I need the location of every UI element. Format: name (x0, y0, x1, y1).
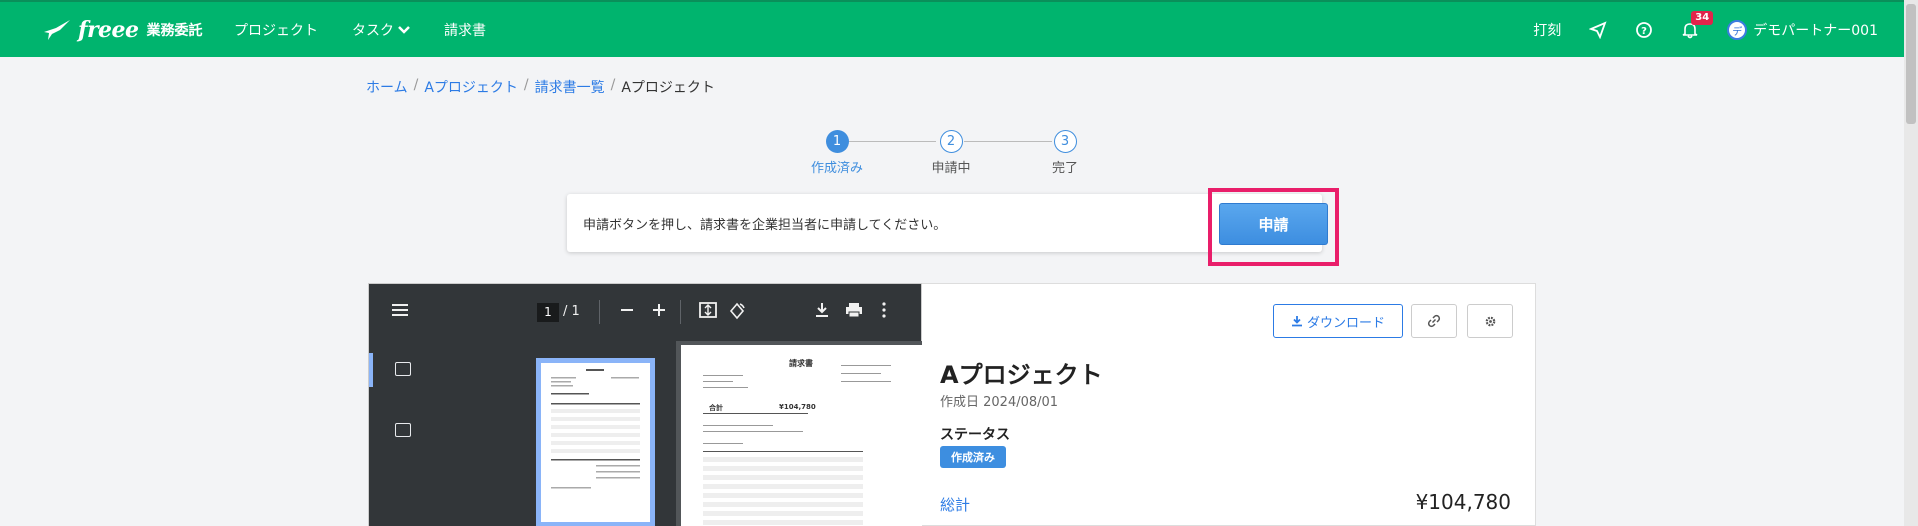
chevron-down-icon (398, 26, 410, 34)
total-value: ¥104,780 (1415, 490, 1511, 514)
pdf-toolbar: 1 / 1 (369, 284, 921, 341)
clock-in-link[interactable]: 打刻 (1533, 20, 1561, 40)
toolbar-divider (680, 300, 681, 324)
doc-total-label: 合計 (709, 404, 723, 412)
breadcrumb-separator: / (523, 77, 529, 93)
thumbnail-view-icon[interactable] (395, 362, 411, 376)
main-nav: プロジェクト タスク 請求書 (234, 20, 520, 40)
step-number: 2 (939, 130, 963, 153)
download-button[interactable]: ダウンロード (1273, 304, 1403, 338)
breadcrumb-separator: / (610, 77, 616, 93)
breadcrumb-current: Aプロジェクト (621, 80, 715, 96)
pdf-sidebar (369, 341, 429, 526)
bird-logo-icon (44, 20, 70, 40)
notification-bell-icon[interactable]: 34 (1681, 11, 1714, 39)
copy-link-button[interactable] (1411, 304, 1457, 338)
top-navbar: freee 業務委託 プロジェクト タスク 請求書 打刻 ? 34 デ デモパー… (0, 0, 1904, 57)
page-number-input[interactable]: 1 (537, 303, 559, 322)
outline-view-icon[interactable] (395, 423, 411, 437)
step-requesting: 2 申請中 (916, 130, 986, 176)
page-title: Aプロジェクト (940, 361, 1103, 389)
user-name: デモパートナー001 (1753, 23, 1878, 39)
logo-text: freee (78, 17, 139, 43)
progress-steps: 1 作成済み 2 申請中 3 完了 (800, 130, 1100, 180)
more-options-icon[interactable] (881, 302, 887, 318)
doc-title: 請求書 (789, 359, 813, 368)
avatar: デ (1727, 20, 1748, 40)
download-label: ダウンロード (1306, 315, 1385, 331)
breadcrumb-project[interactable]: Aプロジェクト (424, 77, 518, 97)
rotate-icon[interactable] (728, 302, 746, 320)
help-icon[interactable]: ? (1635, 21, 1653, 39)
doc-total-value: ¥104,780 (779, 403, 816, 411)
gear-icon (1485, 316, 1495, 326)
step-created: 1 作成済み (802, 130, 872, 176)
step-label: 完了 (1051, 161, 1078, 176)
nav-tasks[interactable]: タスク (352, 20, 410, 40)
apply-button[interactable]: 申請 (1219, 203, 1328, 245)
menu-icon[interactable] (391, 302, 409, 318)
download-icon[interactable] (814, 302, 830, 318)
download-icon (1291, 316, 1302, 327)
nav-projects[interactable]: プロジェクト (234, 20, 318, 40)
pdf-viewer: 1 / 1 請求書 合計 ¥104,780 (368, 283, 923, 526)
nav-projects-label: プロジェクト (234, 23, 318, 39)
zoom-out-icon[interactable] (620, 302, 634, 318)
invoice-info-panel: ダウンロード Aプロジェクト 作成日 2024/08/01 ステータス 作成済み… (922, 283, 1536, 526)
step-number: 1 (825, 130, 849, 153)
total-label: 総計 (940, 496, 971, 514)
status-badge: 作成済み (940, 446, 1006, 468)
breadcrumb-separator: / (413, 77, 419, 93)
nav-tasks-label: タスク (352, 23, 394, 39)
step-label: 申請中 (931, 161, 971, 176)
breadcrumb-home[interactable]: ホーム (366, 77, 408, 97)
freee-logo[interactable]: freee 業務委託 (42, 16, 203, 44)
step-complete: 3 完了 (1030, 130, 1100, 176)
sidebar-selection-indicator (369, 353, 373, 387)
fit-page-icon[interactable] (699, 302, 717, 318)
step-label: 作成済み (810, 161, 863, 176)
nav-invoices-label: 請求書 (444, 23, 486, 39)
breadcrumb: ホーム / Aプロジェクト / 請求書一覧 / Aプロジェクト (366, 77, 715, 97)
notice-text: 申請ボタンを押し、請求書を企業担当者に申請してください。 (583, 218, 947, 233)
print-icon[interactable] (845, 302, 863, 318)
logo-subtitle: 業務委託 (146, 23, 203, 39)
send-icon[interactable] (1589, 21, 1607, 39)
link-icon (1427, 314, 1441, 328)
status-label: ステータス (940, 427, 1010, 443)
settings-button[interactable] (1467, 304, 1513, 338)
thumbnail-panel (429, 341, 676, 526)
nav-invoices[interactable]: 請求書 (444, 20, 486, 40)
header-right: 打刻 ? 34 デ デモパートナー001 (1533, 11, 1904, 44)
clock-in-label: 打刻 (1533, 23, 1562, 39)
created-date: 作成日 2024/08/01 (940, 395, 1059, 410)
zoom-in-icon[interactable] (652, 302, 666, 318)
user-menu[interactable]: デ デモパートナー001 (1727, 20, 1878, 40)
page-scrollbar[interactable] (1904, 0, 1918, 526)
step-number: 3 (1053, 130, 1077, 153)
notification-badge: 34 (1691, 11, 1714, 25)
page-total: / 1 (563, 304, 580, 319)
svg-text:?: ? (1641, 26, 1647, 37)
breadcrumb-invoice-list[interactable]: 請求書一覧 (535, 77, 605, 97)
page-view: 請求書 合計 ¥104,780 (676, 341, 923, 526)
page-thumbnail[interactable] (536, 358, 655, 526)
scrollbar-thumb[interactable] (1906, 4, 1916, 124)
invoice-page: 請求書 合計 ¥104,780 (681, 345, 923, 526)
toolbar-divider (599, 300, 600, 324)
